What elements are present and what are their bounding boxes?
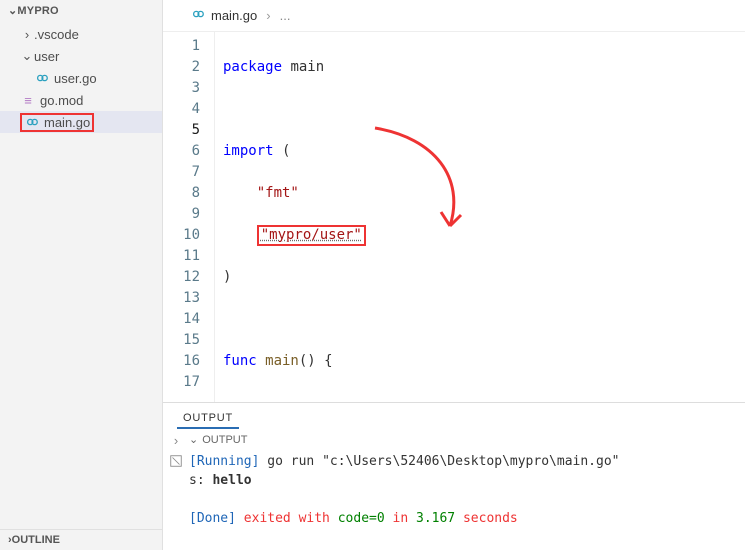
breadcrumb-more: ... — [280, 8, 291, 23]
outline-label: OUTLINE — [12, 534, 60, 546]
panel-tab-row: OUTPUT — [163, 403, 745, 429]
output-panel: OUTPUT › ⌄OUTPUT [Running] go run "c:\Us… — [163, 402, 745, 550]
tree-label: go.mod — [40, 93, 83, 108]
output-side-icons: › — [163, 429, 189, 550]
tree-folder-vscode[interactable]: › .vscode — [0, 23, 162, 45]
output-content[interactable]: ⌄OUTPUT [Running] go run "c:\Users\52406… — [189, 429, 745, 550]
project-name: MYPRO — [17, 5, 58, 17]
editor-area: main.go › ... 1234 5678 9101112 13141516… — [163, 0, 745, 550]
mod-file-icon: ≡ — [20, 93, 36, 108]
output-tab[interactable]: OUTPUT — [177, 409, 239, 429]
sidebar: ⌄ MYPRO › .vscode ⌄ user user.go ≡ go.mo… — [0, 0, 163, 550]
breadcrumb[interactable]: main.go › ... — [181, 3, 300, 28]
breadcrumb-file: main.go — [211, 8, 257, 23]
tree-label: main.go — [44, 115, 90, 130]
go-file-icon — [191, 7, 205, 24]
breadcrumb-bar: main.go › ... — [163, 0, 745, 32]
tree-file-user-go[interactable]: user.go — [0, 67, 162, 89]
chevron-down-icon: ⌄ — [20, 48, 34, 64]
tree-file-main-go[interactable]: main.go — [0, 111, 162, 133]
outline-header[interactable]: › OUTLINE — [0, 529, 162, 550]
app-root: ⌄ MYPRO › .vscode ⌄ user user.go ≡ go.mo… — [0, 0, 745, 550]
chevron-down-icon: ⌄ — [8, 4, 17, 17]
tree-label: .vscode — [34, 27, 79, 42]
explorer-project-header[interactable]: ⌄ MYPRO — [0, 0, 162, 21]
go-file-icon — [24, 115, 40, 129]
chevron-right-icon: › — [20, 27, 34, 42]
tree-file-go-mod[interactable]: ≡ go.mod — [0, 89, 162, 111]
go-file-icon — [34, 71, 50, 85]
tree-label: user.go — [54, 71, 97, 86]
tree-label: user — [34, 49, 59, 64]
line-gutter: 1234 5678 9101112 13141516 17 — [163, 32, 215, 402]
file-tree: › .vscode ⌄ user user.go ≡ go.mod — [0, 21, 162, 529]
code-editor[interactable]: 1234 5678 9101112 13141516 17 package ma… — [163, 32, 745, 402]
chevron-right-icon: › — [263, 8, 273, 23]
chevron-right-icon[interactable]: › — [174, 433, 178, 448]
clear-output-icon[interactable] — [169, 454, 183, 471]
code-content[interactable]: package main import ( "fmt" "mypro/user"… — [215, 32, 745, 402]
tree-folder-user[interactable]: ⌄ user — [0, 45, 162, 67]
chevron-down-icon: ⌄ — [189, 431, 198, 450]
